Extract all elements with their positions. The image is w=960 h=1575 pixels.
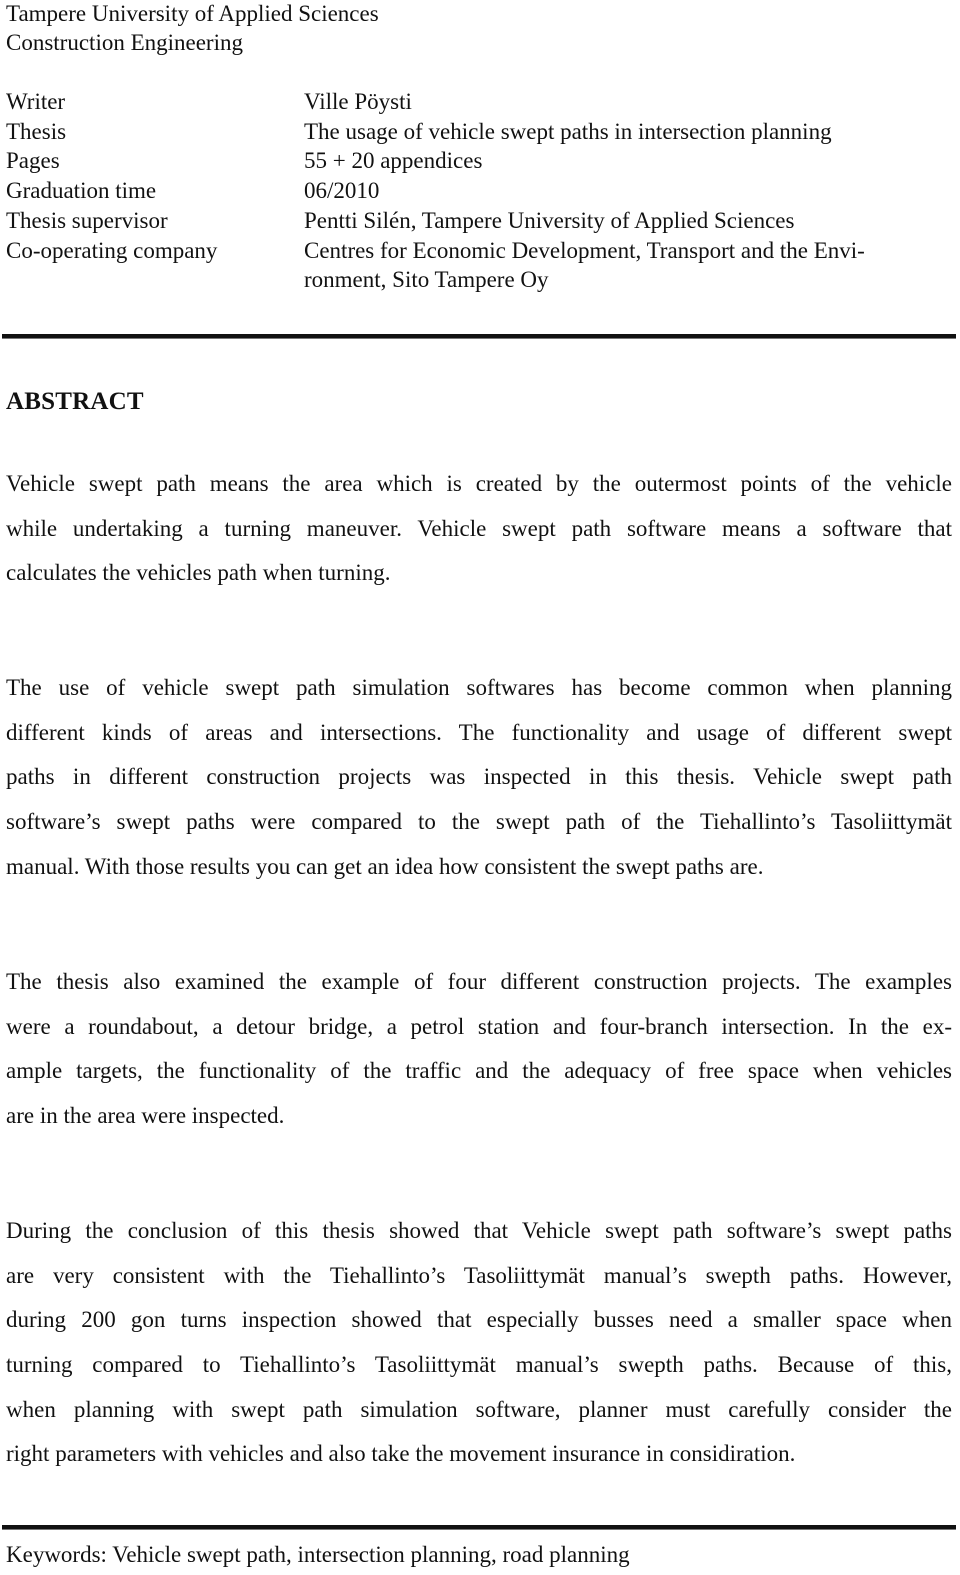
- paragraph-line: software’s swept paths were compared to …: [6, 809, 952, 834]
- meta-row-writer: Writer Ville Pöysti: [6, 88, 956, 118]
- institution-name: Tampere University of Applied Sciences: [6, 1, 379, 26]
- paragraph-line: During the conclusion of this thesis sho…: [6, 1218, 952, 1243]
- meta-label: Writer: [6, 89, 66, 114]
- meta-row-company-cont: ronment, Sito Tampere Oy: [6, 266, 956, 296]
- degree-programme: Construction Engineering: [6, 30, 243, 55]
- meta-row-thesis: Thesis The usage of vehicle swept paths …: [6, 118, 956, 148]
- paragraph-line: were a roundabout, a detour bridge, a pe…: [6, 1014, 952, 1039]
- paragraph-line: different kinds of areas and intersectio…: [6, 720, 952, 745]
- paragraph-line: Vehicle swept path means the area which …: [6, 471, 952, 496]
- paragraph-line: The thesis also examined the example of …: [6, 969, 952, 994]
- meta-label: Thesis: [6, 119, 67, 144]
- meta-row-graduation-time: Graduation time 06/2010: [6, 177, 956, 207]
- paragraph-line: are in the area were inspected.: [6, 1103, 285, 1128]
- paragraph-line: manual. With those results you can get a…: [6, 854, 764, 879]
- paragraph-line: right parameters with vehicles and also …: [6, 1441, 796, 1466]
- keywords: Keywords: Vehicle swept path, intersecti…: [6, 1542, 630, 1567]
- paragraph-line: calculates the vehicles path when turnin…: [6, 560, 391, 585]
- paragraph-line: when planning with swept path simulation…: [6, 1397, 952, 1422]
- paragraph-line: turning compared to Tiehallinto’s Tasoli…: [6, 1352, 952, 1377]
- meta-label: Thesis supervisor: [6, 208, 168, 233]
- abstract-heading: ABSTRACT: [6, 388, 144, 415]
- meta-row-supervisor: Thesis supervisor Pentti Silén, Tampere …: [6, 207, 956, 237]
- meta-row-pages: Pages 55 + 20 appendices: [6, 147, 956, 177]
- meta-label: Graduation time: [6, 178, 157, 203]
- top-divider: [2, 334, 956, 339]
- paragraph-line: while undertaking a turning maneuver. Ve…: [6, 516, 952, 541]
- paragraph-line: The use of vehicle swept path simulation…: [6, 675, 952, 700]
- bottom-divider: [2, 1525, 956, 1530]
- meta-value: 55 + 20 appendices: [304, 148, 483, 173]
- meta-value: 06/2010: [304, 178, 380, 203]
- meta-value: ronment, Sito Tampere Oy: [304, 267, 549, 292]
- meta-value: Ville Pöysti: [304, 89, 412, 114]
- meta-value: The usage of vehicle swept paths in inte…: [304, 119, 832, 144]
- paragraph-line: during 200 gon turns inspection showed t…: [6, 1307, 952, 1332]
- paragraph-line: ample targets, the functionality of the …: [6, 1058, 952, 1083]
- meta-row-company: Co-operating company Centres for Economi…: [6, 237, 956, 267]
- paragraph-line: paths in different construction projects…: [6, 764, 952, 789]
- meta-label: Co-operating company: [6, 238, 218, 263]
- meta-label: Pages: [6, 148, 60, 173]
- meta-value: Centres for Economic Development, Transp…: [304, 238, 865, 263]
- meta-value: Pentti Silén, Tampere University of Appl…: [304, 208, 795, 233]
- paragraph-line: are very consistent with the Tiehallinto…: [6, 1263, 952, 1288]
